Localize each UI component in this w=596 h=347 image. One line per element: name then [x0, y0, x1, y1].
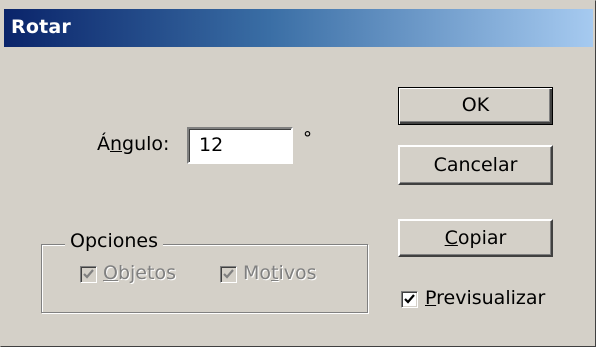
- ok-button[interactable]: OK: [398, 87, 553, 125]
- preview-checkbox-label: Previsualizar: [425, 287, 546, 309]
- check-icon: [404, 294, 415, 304]
- window-title: Rotar: [11, 16, 71, 38]
- angle-input[interactable]: 12: [187, 127, 293, 164]
- title-bar[interactable]: Rotar: [4, 9, 593, 47]
- options-group-legend: Opciones: [65, 230, 163, 252]
- ok-button-label: OK: [461, 94, 490, 116]
- angle-label: Ángulo:: [97, 133, 170, 155]
- cancel-button-label: Cancelar: [433, 154, 518, 176]
- angle-label-mnemonic: n: [110, 133, 123, 155]
- objects-checkbox[interactable]: [80, 266, 97, 283]
- copy-button-label: Copiar: [444, 227, 507, 249]
- rotate-dialog: Rotar Ángulo: 12 ° OK Cancelar Copiar Op…: [0, 0, 596, 347]
- degree-symbol: °: [303, 128, 312, 149]
- check-icon: [83, 269, 94, 279]
- patterns-checkbox[interactable]: [220, 266, 237, 283]
- preview-checkbox[interactable]: [401, 291, 418, 308]
- check-icon: [223, 269, 234, 279]
- patterns-checkbox-label: Motivos: [243, 262, 317, 284]
- objects-checkbox-label: Objetos: [103, 262, 176, 284]
- cancel-button[interactable]: Cancelar: [398, 145, 553, 185]
- copy-button[interactable]: Copiar: [398, 219, 553, 257]
